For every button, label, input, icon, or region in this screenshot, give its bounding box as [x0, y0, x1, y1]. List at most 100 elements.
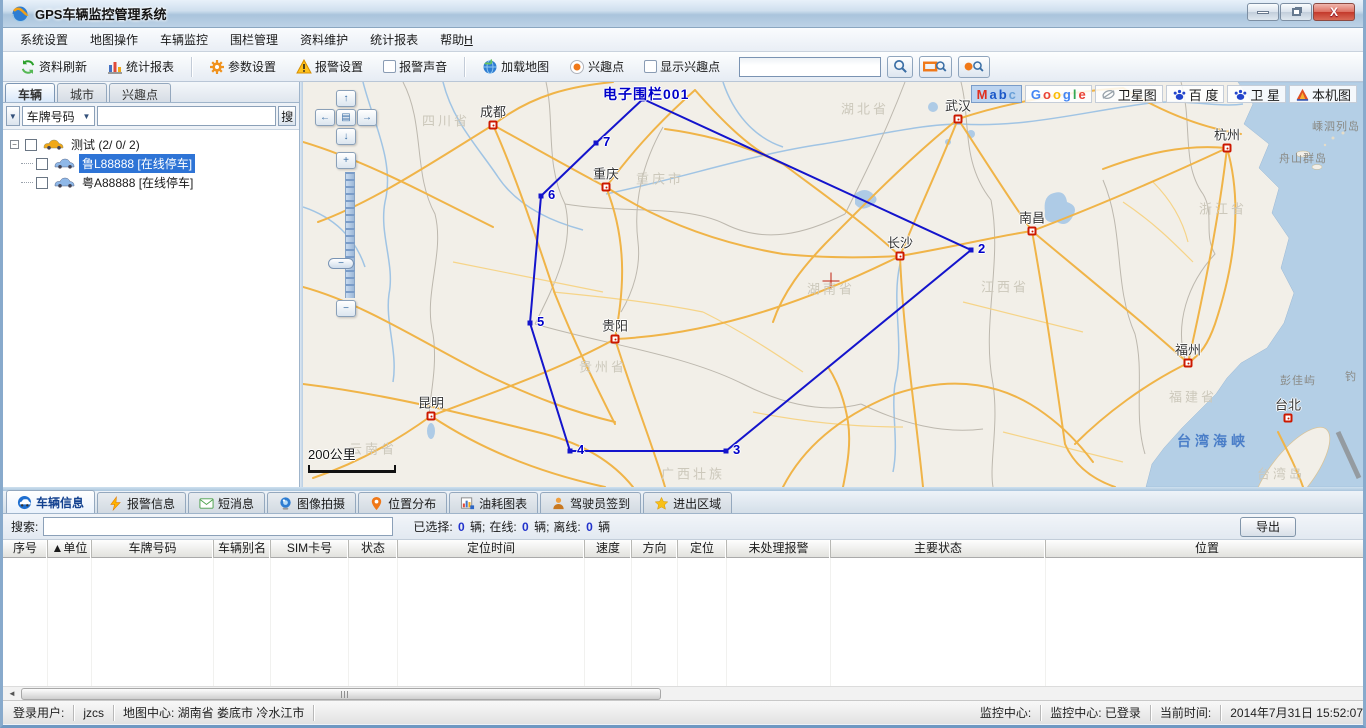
filter-mode-dropdown[interactable]: ▼	[6, 106, 20, 126]
filter-field-combobox[interactable]: 车牌号码 ▼	[22, 106, 96, 126]
toolbar-button[interactable]: 参数设置	[202, 55, 283, 78]
tree-group-label[interactable]: 测试 (2/ 0/ 2)	[68, 135, 143, 154]
vehicle-tree: − 测试 (2/ 0/ 2)鲁L88888 [在线停车]粤A88888 [在线停车…	[3, 130, 299, 487]
magnifier-button[interactable]	[887, 56, 913, 78]
menu-item[interactable]: 帮助H	[429, 28, 484, 51]
zoom-slider-handle[interactable]: −	[328, 258, 354, 269]
zoom-slider-track[interactable]	[345, 172, 355, 298]
pan-up-button[interactable]: ↑	[336, 90, 356, 107]
column-header[interactable]: 状态	[349, 540, 398, 558]
column-header[interactable]: 序号	[3, 540, 48, 558]
checkbox[interactable]	[644, 60, 657, 73]
menu-item[interactable]: 资料维护	[289, 28, 359, 51]
vehicle-label[interactable]: 鲁L88888 [在线停车]	[79, 154, 195, 173]
toolbar-button[interactable]: 加载地图	[475, 55, 556, 78]
column-header[interactable]: 主要状态	[831, 540, 1046, 558]
column-header[interactable]: 位置	[1046, 540, 1366, 558]
export-button[interactable]: 导出	[1240, 517, 1296, 537]
region-label: 浙江省	[1199, 199, 1247, 218]
scrollbar-thumb[interactable]	[21, 688, 661, 700]
column-header[interactable]: 车牌号码	[92, 540, 214, 558]
map-canvas[interactable]: ↑ ← ▤ → ↓ + − − 200公里 MabcGoogle卫星图百 度卫 …	[303, 82, 1363, 487]
tree-vehicle-row[interactable]: 粤A88888 [在线停车]	[21, 173, 295, 192]
menu-item[interactable]: 围栏管理	[219, 28, 289, 51]
menu-item[interactable]: 地图操作	[79, 28, 149, 51]
column-header[interactable]: 方向	[632, 540, 678, 558]
toolbar-button-label: 报警声音	[399, 58, 447, 75]
bottom-tab[interactable]: 进出区域	[643, 492, 732, 513]
map-provider-button[interactable]: Mabc	[971, 85, 1022, 103]
vehicle-label[interactable]: 粤A88888 [在线停车]	[79, 173, 196, 192]
city-dot-icon	[427, 412, 436, 421]
bottom-tab[interactable]: 图像拍摄	[267, 492, 356, 513]
bottom-tab[interactable]: 报警信息	[97, 492, 186, 513]
close-button[interactable]: X	[1313, 3, 1355, 21]
column-header[interactable]: 定位	[678, 540, 727, 558]
statusbar-item: 监控中心:	[980, 704, 1031, 721]
menu-item[interactable]: 系统设置	[9, 28, 79, 51]
zoom-out-button[interactable]: −	[336, 300, 356, 317]
vehicle-search-input[interactable]	[97, 106, 276, 126]
status-bar: 登录用户:jzcs地图中心: 湖南省 娄底市 冷水江市监控中心:监控中心: 已登…	[3, 700, 1363, 724]
vehicle-search-button[interactable]: 搜	[278, 106, 296, 126]
city-marker: 重庆	[602, 183, 611, 192]
table-column	[214, 558, 271, 686]
pan-center-button[interactable]: ▤	[336, 109, 356, 126]
rect-magnifier-button[interactable]	[919, 56, 951, 78]
column-header[interactable]: SIM卡号	[271, 540, 349, 558]
fence-vertex-number: 7	[603, 134, 610, 149]
column-header[interactable]: ▲单位	[48, 540, 92, 558]
menu-item[interactable]: 车辆监控	[149, 28, 219, 51]
bottom-tab[interactable]: 驾驶员签到	[540, 492, 641, 513]
menu-item[interactable]: 统计报表	[359, 28, 429, 51]
checkbox[interactable]	[25, 139, 37, 151]
city-dot-icon	[602, 183, 611, 192]
checkbox[interactable]	[36, 177, 48, 189]
map-provider-button[interactable]: 卫 星	[1227, 85, 1286, 103]
toolbar-button[interactable]: 资料刷新	[13, 55, 94, 78]
bottom-tab[interactable]: 位置分布	[358, 492, 447, 513]
dot-magnifier-button[interactable]	[958, 56, 990, 78]
toolbar-button-label: 加载地图	[501, 58, 549, 75]
zoom-in-button[interactable]: +	[336, 152, 356, 169]
tree-group-row[interactable]: − 测试 (2/ 0/ 2)	[7, 135, 295, 154]
checkbox[interactable]	[383, 60, 396, 73]
map-search-input[interactable]	[739, 57, 881, 77]
tree-expander[interactable]: −	[10, 140, 19, 149]
statusbar-item: 2014年7月31日 15:52:07	[1230, 704, 1363, 721]
column-header[interactable]: 定位时间	[398, 540, 585, 558]
sidebar-tab[interactable]: 兴趣点	[109, 83, 171, 102]
map-provider-button[interactable]: 百 度	[1166, 85, 1225, 103]
column-header[interactable]: 车辆别名	[214, 540, 271, 558]
map-provider-button[interactable]: 卫星图	[1095, 85, 1163, 103]
map-provider-button[interactable]: Google	[1025, 85, 1092, 103]
city-dot-icon	[954, 115, 963, 124]
column-header[interactable]: 速度	[585, 540, 632, 558]
pan-left-button[interactable]: ←	[315, 109, 335, 126]
horizontal-scrollbar[interactable]: ◄	[3, 686, 1363, 700]
column-header[interactable]: 未处理报警	[727, 540, 831, 558]
bottom-tab[interactable]: 油耗图表	[449, 492, 538, 513]
restore-button[interactable]	[1280, 3, 1312, 21]
bottom-tab[interactable]: 短消息	[188, 492, 265, 513]
toolbar-button[interactable]: 兴趣点	[562, 55, 631, 78]
city-label: 台北	[1275, 395, 1301, 414]
toolbar-button[interactable]: 统计报表	[100, 55, 181, 78]
scroll-left-arrow-icon[interactable]: ◄	[5, 688, 19, 700]
logo-letter: c	[1009, 87, 1016, 102]
toolbar-button[interactable]: 报警声音	[376, 55, 454, 78]
minimize-button[interactable]	[1247, 3, 1279, 21]
checkbox[interactable]	[36, 158, 48, 170]
pan-right-button[interactable]: →	[357, 109, 377, 126]
table-column	[727, 558, 831, 686]
sidebar-tab[interactable]: 城市	[57, 83, 107, 102]
sidebar-tab[interactable]: 车辆	[5, 83, 55, 102]
bottom-tab-label: 图像拍摄	[297, 495, 345, 512]
table-search-input[interactable]	[43, 517, 393, 536]
bottom-tab[interactable]: 车辆信息	[6, 490, 95, 513]
toolbar-button[interactable]: 显示兴趣点	[637, 55, 727, 78]
toolbar-button[interactable]: 报警设置	[289, 55, 370, 78]
map-provider-button[interactable]: 本机图	[1289, 85, 1357, 103]
tree-vehicle-row[interactable]: 鲁L88888 [在线停车]	[21, 154, 295, 173]
pan-down-button[interactable]: ↓	[336, 128, 356, 145]
